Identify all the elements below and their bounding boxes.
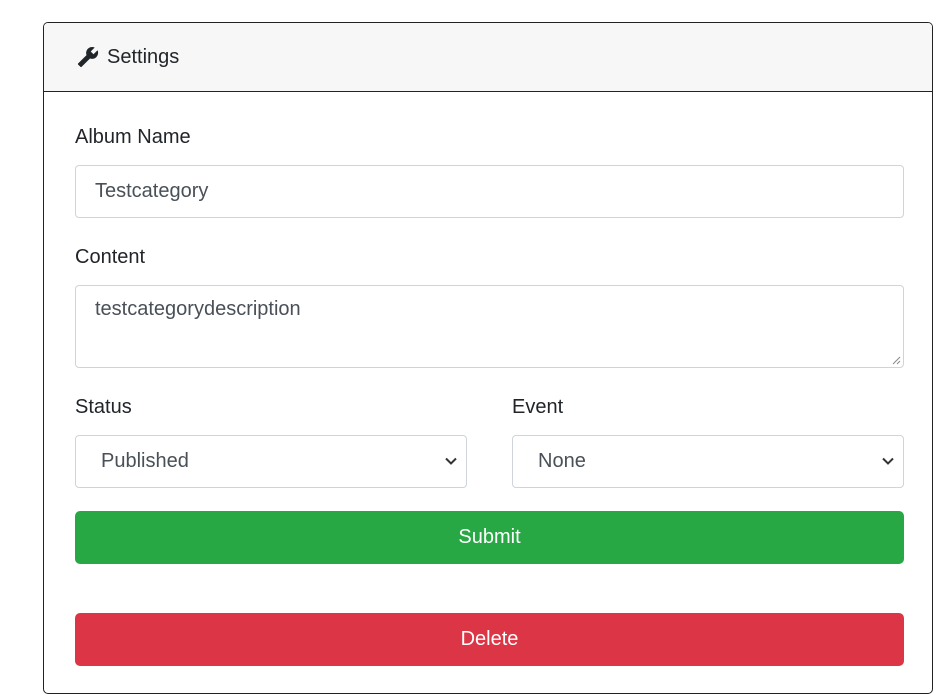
content-label: Content	[75, 246, 146, 268]
submit-button[interactable]: Submit	[75, 511, 904, 564]
submit-button-label: Submit	[458, 526, 521, 548]
card-header: Settings	[44, 23, 932, 92]
chevron-down-icon	[445, 457, 457, 465]
delete-button-label: Delete	[460, 628, 519, 650]
settings-card: Settings Album Name Testcategory Content…	[43, 22, 933, 694]
chevron-down-icon	[882, 457, 894, 465]
content-textarea[interactable]: testcategorydescription	[75, 285, 904, 368]
status-select[interactable]: Published	[75, 435, 467, 488]
content-value: testcategorydescription	[95, 298, 301, 320]
event-select[interactable]: None	[512, 435, 904, 488]
card-title: Settings	[107, 45, 180, 68]
album-name-label: Album Name	[75, 126, 191, 148]
album-name-value: Testcategory	[95, 180, 209, 202]
event-selected-value: None	[538, 450, 586, 472]
status-label: Status	[75, 396, 132, 418]
status-selected-value: Published	[101, 450, 189, 472]
resize-handle-icon[interactable]	[891, 355, 901, 365]
delete-button[interactable]: Delete	[75, 613, 904, 666]
album-name-input[interactable]: Testcategory	[75, 165, 904, 218]
wrench-icon	[77, 46, 99, 68]
event-label: Event	[512, 396, 564, 418]
